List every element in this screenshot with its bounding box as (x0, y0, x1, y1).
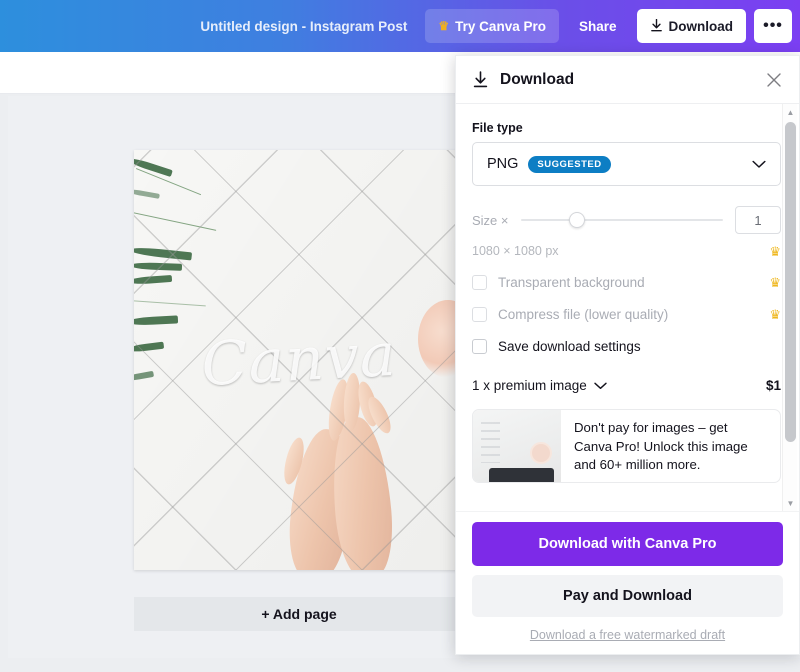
size-dimensions-row: 1080 × 1080 px ♛ (472, 244, 781, 258)
close-icon[interactable] (763, 69, 785, 91)
try-canva-pro-button[interactable]: ♛ Try Canva Pro (425, 9, 559, 43)
download-panel-footer: Download with Canva Pro Pay and Download… (456, 511, 799, 654)
size-dimensions: 1080 × 1080 px (472, 244, 559, 258)
share-button[interactable]: Share (567, 9, 629, 43)
pay-and-download-button[interactable]: Pay and Download (472, 575, 783, 617)
download-with-canva-pro-button[interactable]: Download with Canva Pro (472, 522, 783, 566)
premium-image-row[interactable]: 1 x premium image $1 (472, 378, 781, 393)
scroll-down-icon[interactable]: ▼ (783, 495, 798, 511)
crown-icon: ♛ (438, 19, 450, 33)
checkbox[interactable] (472, 275, 487, 290)
checkbox[interactable] (472, 339, 487, 354)
file-type-label: File type (472, 121, 523, 135)
panel-title: Download (500, 70, 575, 88)
option-save-download-settings[interactable]: Save download settings (472, 339, 781, 354)
size-value-box[interactable]: 1 (735, 206, 781, 234)
scroll-up-icon[interactable]: ▲ (783, 104, 798, 120)
share-label: Share (578, 18, 617, 34)
suggested-badge: SUGGESTED (528, 155, 611, 173)
download-panel-header: Download (456, 56, 799, 104)
crown-icon: ♛ (769, 275, 781, 290)
top-bar: Untitled design - Instagram Post ♛ Try C… (0, 0, 800, 52)
size-label: Size × (472, 212, 509, 228)
option-label: Compress file (lower quality) (498, 307, 669, 322)
promo-card[interactable]: Don't pay for images – get Canva Pro! Un… (472, 409, 781, 483)
option-label: Save download settings (498, 339, 641, 354)
design-canvas-page[interactable]: Canva (134, 150, 464, 570)
file-type-select[interactable]: PNG SUGGESTED (472, 142, 781, 186)
download-panel-body: File type PNG SUGGESTED Size × 1 1080 × … (456, 104, 799, 511)
try-canva-pro-label: Try Canva Pro (455, 18, 546, 34)
download-button[interactable]: Download (636, 9, 746, 43)
tile-grid-overlay (134, 150, 464, 570)
crown-icon: ♛ (769, 307, 781, 322)
option-compress-file[interactable]: Compress file (lower quality) ♛ (472, 307, 781, 322)
download-panel: Download File type PNG SUGGESTED Size × (455, 55, 800, 655)
more-options-button[interactable]: ••• (754, 9, 792, 43)
option-label: Transparent background (498, 275, 645, 290)
document-title: Untitled design - Instagram Post (200, 18, 408, 34)
chevron-down-icon (594, 382, 607, 389)
slider-track (520, 219, 723, 221)
add-page-label: + Add page (261, 606, 337, 622)
panel-scrollbar[interactable]: ▲ ▼ (782, 104, 797, 511)
ellipsis-icon: ••• (763, 17, 783, 34)
premium-image-price: $1 (765, 378, 781, 393)
chevron-down-icon (752, 160, 766, 168)
slider-thumb[interactable] (569, 212, 586, 228)
promo-thumb-cup (530, 441, 553, 464)
premium-image-label: 1 x premium image (472, 378, 587, 393)
size-slider[interactable] (520, 212, 723, 228)
download-label: Download (668, 18, 734, 34)
file-type-value: PNG (487, 156, 519, 172)
panel-bottom-edge (456, 648, 799, 654)
checkbox[interactable] (472, 307, 487, 322)
option-transparent-background[interactable]: Transparent background ♛ (472, 275, 781, 290)
promo-thumbnail (473, 410, 561, 482)
download-arrow-icon (650, 19, 662, 32)
free-watermarked-draft-link[interactable]: Download a free watermarked draft (472, 628, 783, 642)
add-page-button[interactable]: + Add page (134, 597, 464, 631)
download-arrow-icon (473, 70, 488, 87)
canva-editor-window: Untitled design - Instagram Post ♛ Try C… (0, 0, 800, 672)
promo-thumb-lines (480, 421, 501, 464)
promo-thumb-desk (488, 468, 554, 482)
crown-icon: ♛ (769, 243, 781, 259)
scrollbar-thumb[interactable] (785, 122, 796, 442)
size-slider-row: Size × 1 (472, 206, 781, 234)
promo-text: Don't pay for images – get Canva Pro! Un… (574, 420, 748, 473)
